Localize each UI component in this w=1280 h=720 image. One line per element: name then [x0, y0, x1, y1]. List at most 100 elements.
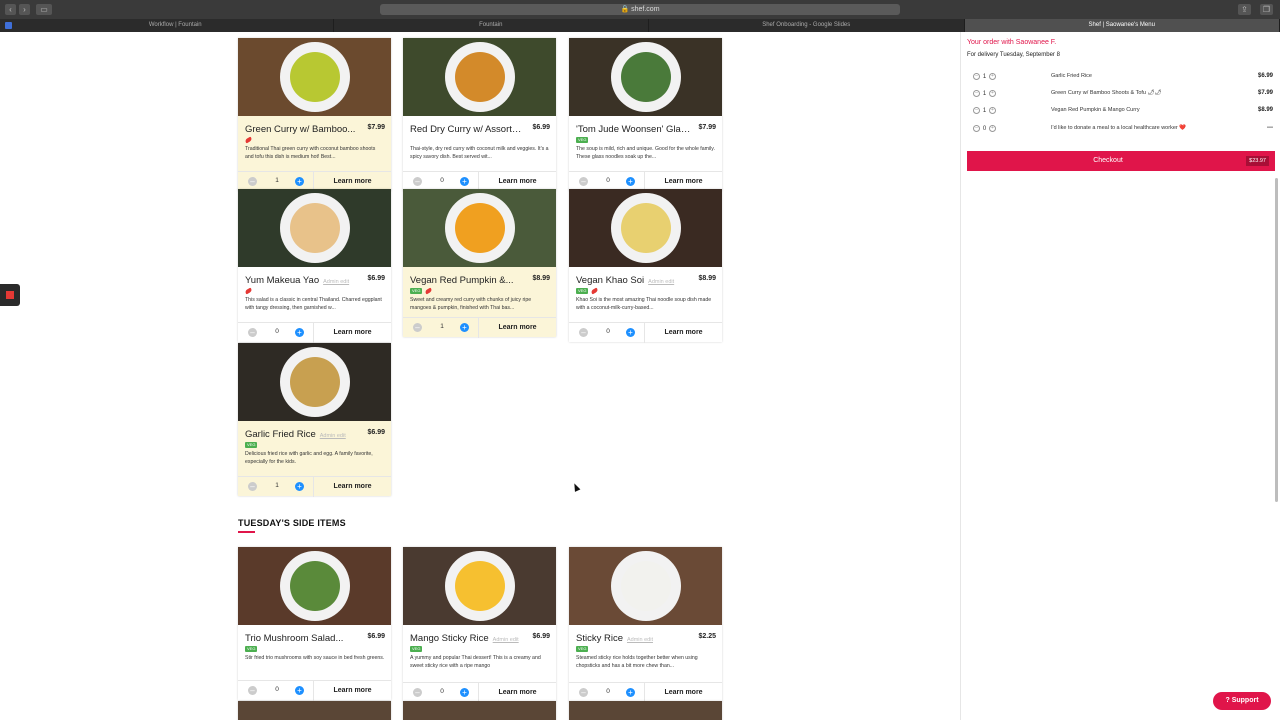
menu-item-title[interactable]: Garlic Fried Rice Admin edit — [245, 429, 360, 440]
quantity-value: 1 — [440, 323, 444, 330]
menu-item-title[interactable]: Green Curry w/ Bamboo... — [245, 124, 360, 135]
menu-item-title[interactable]: Trio Mushroom Salad... — [245, 633, 360, 644]
sidebar-scrollbar[interactable] — [1275, 178, 1278, 502]
address-bar[interactable]: 🔒 shef.com — [380, 4, 900, 15]
menu-item-photo[interactable] — [569, 547, 722, 625]
menu-item-title[interactable]: Vegan Khao Soi Admin edit — [576, 275, 691, 286]
menu-item-photo[interactable] — [403, 547, 556, 625]
menu-item-card-partial[interactable] — [403, 701, 556, 720]
increase-quantity-button[interactable]: + — [295, 686, 304, 695]
increase-quantity-button[interactable]: + — [460, 177, 469, 186]
checkout-button[interactable]: Checkout $23.97 — [967, 151, 1275, 171]
menu-item-title[interactable]: Vegan Red Pumpkin &... — [410, 275, 525, 286]
learn-more-button[interactable]: Learn more — [314, 477, 391, 497]
decrease-quantity-button[interactable]: – — [248, 177, 257, 186]
menu-item-title[interactable]: 'Tom Jude Woonsen' Glass... — [576, 124, 691, 135]
menu-item-title-text: Sticky Rice — [576, 633, 623, 644]
menu-item-title[interactable]: Yum Makeua Yao Admin edit — [245, 275, 360, 286]
admin-edit-link[interactable]: Admin edit — [320, 433, 346, 439]
increase-quantity-button[interactable]: + — [626, 177, 635, 186]
support-button[interactable]: ? Support — [1213, 692, 1271, 710]
menu-item-card-partial[interactable] — [569, 701, 722, 720]
quantity-value: 1 — [275, 482, 279, 489]
decrease-quantity-button[interactable]: – — [579, 688, 588, 697]
menu-item-photo[interactable] — [403, 189, 556, 267]
tab-workflow-fountain[interactable]: Workflow | Fountain — [18, 19, 334, 32]
order-decrease-icon[interactable]: – — [973, 125, 980, 132]
forward-button[interactable]: › — [19, 4, 30, 15]
menu-item-card[interactable]: Mango Sticky Rice Admin edit $6.99 VEG A yum… — [403, 547, 556, 703]
learn-more-button[interactable]: Learn more — [314, 681, 391, 701]
vegetarian-badge: VEG — [245, 645, 258, 652]
menu-item-photo[interactable] — [238, 189, 391, 267]
admin-edit-link[interactable]: Admin edit — [627, 637, 653, 643]
decrease-quantity-button[interactable]: – — [413, 323, 422, 332]
tab-shef-onboarding[interactable]: Shef Onboarding - Google Slides — [649, 19, 965, 32]
menu-item-photo[interactable] — [569, 189, 722, 267]
menu-item-card[interactable]: Yum Makeua Yao Admin edit $6.99 This salad … — [238, 189, 391, 343]
menu-item-card[interactable]: Vegan Khao Soi Admin edit $8.99 VEG Khao Soi… — [569, 189, 722, 343]
menu-item-photo[interactable] — [403, 38, 556, 116]
increase-quantity-button[interactable]: + — [626, 328, 635, 337]
menu-item-description: Thai-style, dry red curry with coconut m… — [410, 146, 549, 160]
menu-item-title[interactable]: Red Dry Curry w/ Assorte... — [410, 124, 525, 135]
vegetarian-badge: VEG — [576, 645, 589, 652]
tabs-overview-icon[interactable]: ❐ — [1260, 4, 1273, 15]
menu-item-card[interactable]: Sticky Rice Admin edit $2.25 VEG Steamed sti… — [569, 547, 722, 703]
order-increase-icon[interactable]: + — [989, 125, 996, 132]
order-increase-icon[interactable]: + — [989, 90, 996, 97]
menu-item-title-text: Yum Makeua Yao — [245, 275, 320, 286]
admin-edit-link[interactable]: Admin edit — [648, 279, 674, 285]
decrease-quantity-button[interactable]: – — [248, 686, 257, 695]
increase-quantity-button[interactable]: + — [460, 323, 469, 332]
decrease-quantity-button[interactable]: – — [413, 688, 422, 697]
increase-quantity-button[interactable]: + — [295, 177, 304, 186]
decrease-quantity-button[interactable]: – — [413, 177, 422, 186]
order-increase-icon[interactable]: + — [989, 73, 996, 80]
order-increase-icon[interactable]: + — [989, 107, 996, 114]
menu-item-footer: –0 + Learn more — [403, 171, 556, 192]
menu-item-card[interactable]: Trio Mushroom Salad... $6.99 VEG Stir fried… — [238, 547, 391, 701]
admin-edit-link[interactable]: Admin edit — [323, 279, 349, 285]
menu-item-title[interactable]: Mango Sticky Rice Admin edit — [410, 633, 525, 644]
learn-more-button[interactable]: Learn more — [479, 318, 556, 338]
order-decrease-icon[interactable]: – — [973, 73, 980, 80]
share-icon[interactable]: ⇪ — [1238, 4, 1251, 15]
increase-quantity-button[interactable]: + — [626, 688, 635, 697]
menu-item-card[interactable]: Garlic Fried Rice Admin edit $6.99 VEG Delic… — [238, 343, 391, 497]
decrease-quantity-button[interactable]: – — [248, 482, 257, 491]
chili-pepper-icon — [244, 287, 253, 294]
increase-quantity-button[interactable]: + — [460, 688, 469, 697]
decrease-quantity-button[interactable]: – — [579, 328, 588, 337]
menu-item-card[interactable]: 'Tom Jude Woonsen' Glass... $7.99 VEG The s… — [569, 38, 722, 192]
menu-item-card[interactable]: Green Curry w/ Bamboo... $7.99 Traditional… — [238, 38, 391, 192]
learn-more-button[interactable]: Learn more — [479, 683, 556, 703]
increase-quantity-button[interactable]: + — [295, 328, 304, 337]
sidebar-toggle-icon[interactable]: ▭ — [36, 4, 52, 15]
admin-edit-link[interactable]: Admin edit — [493, 637, 519, 643]
decrease-quantity-button[interactable]: – — [248, 328, 257, 337]
chili-pepper-icon — [244, 136, 253, 143]
menu-item-photo[interactable] — [238, 547, 391, 625]
learn-more-button[interactable]: Learn more — [645, 683, 722, 703]
menu-item-card-partial[interactable] — [238, 701, 391, 720]
learn-more-button[interactable]: Learn more — [314, 323, 391, 343]
menu-item-tags — [244, 136, 253, 143]
menu-item-photo[interactable] — [238, 343, 391, 421]
menu-item-card[interactable]: Vegan Red Pumpkin &... $8.99 VEG Sweet and … — [403, 189, 556, 338]
order-decrease-icon[interactable]: – — [973, 90, 980, 97]
increase-quantity-button[interactable]: + — [295, 482, 304, 491]
back-button[interactable]: ‹ — [5, 4, 16, 15]
tab-shef-menu[interactable]: Shef | Saowanee's Menu — [964, 19, 1280, 32]
menu-item-tags: VEG — [245, 441, 258, 448]
menu-item-title[interactable]: Sticky Rice Admin edit — [576, 633, 691, 644]
tab-fountain[interactable]: Fountain — [334, 19, 649, 32]
help-icon: ? — [1225, 697, 1230, 704]
order-decrease-icon[interactable]: – — [973, 107, 980, 114]
menu-item-photo[interactable] — [238, 38, 391, 116]
decrease-quantity-button[interactable]: – — [579, 177, 588, 186]
learn-more-button[interactable]: Learn more — [645, 323, 722, 343]
recording-indicator[interactable] — [0, 284, 20, 306]
menu-item-photo[interactable] — [569, 38, 722, 116]
menu-item-card[interactable]: Red Dry Curry w/ Assorte... $6.99 Thai-sty… — [403, 38, 556, 192]
